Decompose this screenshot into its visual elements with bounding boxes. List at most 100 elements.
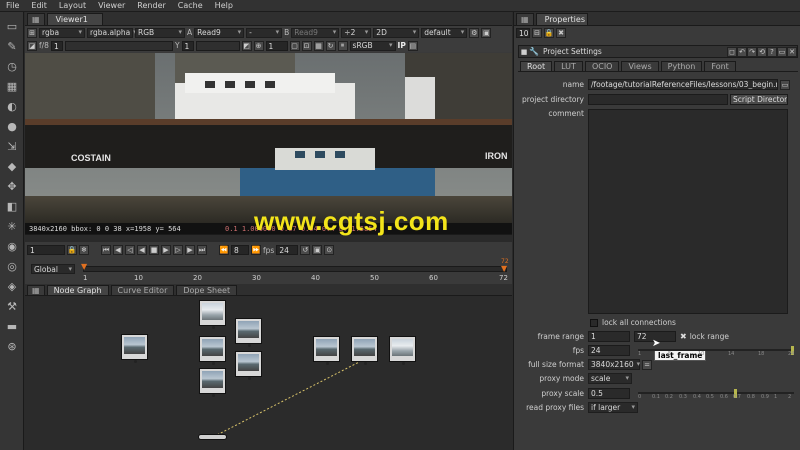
file-browser-icon[interactable]: ▭ [780,79,790,90]
undo-icon[interactable]: ↶ [737,46,747,57]
read-node-selected[interactable] [351,336,378,365]
particles-icon[interactable]: ✳ [0,216,24,236]
tab-node-graph[interactable]: Node Graph [46,285,109,295]
fps-field[interactable]: 24 [276,245,299,255]
panel-menu-icon[interactable]: ▦ [516,13,534,25]
wrench-icon[interactable]: 🔧 [529,47,539,56]
panel-menu-icon[interactable]: ▦ [27,13,45,25]
comment-field[interactable] [588,109,788,314]
deep-icon[interactable]: ◉ [0,236,24,256]
input-process-label[interactable]: IP [398,41,406,50]
playhead-marker[interactable]: ▼ [81,262,87,271]
tab-properties[interactable]: Properties [535,13,588,25]
lock-connections-checkbox[interactable] [590,318,598,327]
lock-icon[interactable]: 🔒 [544,28,554,38]
tab-dope-sheet[interactable]: Dope Sheet [176,285,238,295]
image-icon[interactable]: ▭ [0,16,24,36]
gamma-field[interactable]: 1 [181,40,194,51]
time-icon[interactable]: ◷ [0,56,24,76]
input-b-dropdown[interactable]: Read9 [291,27,340,38]
views-icon[interactable]: ◎ [0,256,24,276]
next-frame-icon[interactable]: ▷ [173,245,183,255]
redo-icon[interactable]: ↷ [747,46,757,57]
pin-icon[interactable]: ⊟ [532,28,542,38]
close-icon[interactable]: ✕ [787,46,797,57]
channel-icon[interactable]: ▦ [0,76,24,96]
colorspace-dropdown[interactable]: sRGB [349,40,396,51]
collapse-icon[interactable]: ■ [519,48,529,56]
play-backward-icon[interactable]: ◀ [137,245,147,255]
read-node[interactable] [235,318,262,347]
help-icon[interactable]: ? [767,46,777,57]
menu-layout[interactable]: Layout [53,1,92,10]
color-icon[interactable]: ◐ [0,96,24,116]
channel-lock-icon[interactable]: ⊞ [27,27,37,38]
read-node[interactable] [199,368,226,397]
wipe-dropdown[interactable]: - [246,27,283,38]
menu-edit[interactable]: Edit [25,1,53,10]
read-node[interactable] [313,336,340,365]
lock-range-checkbox[interactable]: ✖ [680,332,687,341]
proxy-scale-slider[interactable]: 0 0.1 0.2 0.3 0.4 0.5 0.6 0.7 0.8 0.9 1 2 [638,388,794,400]
menu-viewer[interactable]: Viewer [92,1,131,10]
step-back-icon[interactable]: ⏪ [219,245,229,255]
timeline-scope-dropdown[interactable]: Global [31,264,75,274]
draw-icon[interactable]: ✎ [0,36,24,56]
overlay-icon[interactable]: ⊡ [301,40,312,51]
keyer-icon[interactable]: ⇲ [0,136,24,156]
gain-field[interactable]: 1 [50,40,63,51]
read-node[interactable] [121,334,148,363]
play-forward-icon[interactable]: ▶ [161,245,171,255]
refresh-icon[interactable]: ↻ [325,40,336,51]
current-frame-field[interactable]: 1 [27,245,65,255]
viewer-node[interactable] [198,434,227,440]
3d-icon[interactable]: ◧ [0,196,24,216]
other-icon[interactable]: ▬ [0,316,24,336]
revert-icon[interactable]: ⟲ [757,46,767,57]
proxy-scale-dropdown[interactable]: ÷2 [341,27,372,38]
gain-slider[interactable] [64,40,173,51]
max-panels-field[interactable]: 10 [516,28,530,38]
script-directory-button[interactable]: Script Directory [730,94,788,105]
lock-icon[interactable]: ▣ [481,27,492,38]
frame-step-field[interactable]: 8 [231,245,249,255]
last-frame-icon[interactable]: ⏭ [197,245,207,255]
viewer-image[interactable]: COSTAIN IRON [25,53,512,223]
display-channel-dropdown[interactable]: RGB [135,27,185,38]
transform-icon[interactable]: ✥ [0,176,24,196]
fps-field[interactable]: 24 [588,345,630,356]
alpha-dropdown[interactable]: rgba.alpha [87,27,133,38]
first-frame-icon[interactable]: ⏮ [101,245,111,255]
gamma-slider[interactable] [195,40,240,51]
prev-keyframe-icon[interactable]: ◀ [113,245,123,255]
menu-file[interactable]: File [0,1,25,10]
tab-root[interactable]: Root [520,61,553,71]
panel-menu-icon[interactable]: ▦ [27,285,45,295]
fps-slider[interactable]: 1 5 10 14 18 24 [638,345,794,357]
proxy-mode-dropdown[interactable]: scale [588,373,632,384]
menu-render[interactable]: Render [131,1,171,10]
name-field[interactable]: /footage/tutorialReferenceFiles/lessons/… [588,79,778,90]
node-graph-canvas[interactable] [25,296,512,450]
tab-ocio[interactable]: OCIO [584,61,620,71]
stop-icon[interactable]: ■ [149,245,159,255]
loop-icon[interactable]: ↺ [300,245,311,255]
step-forward-icon[interactable]: ⏩ [251,245,261,255]
tab-lut[interactable]: LUT [554,61,583,71]
frame-lock-icon[interactable]: 🔒 [67,245,77,255]
menu-help[interactable]: Help [209,1,239,10]
timeline-track[interactable] [83,266,507,272]
read-node[interactable] [235,351,262,380]
tab-python[interactable]: Python [660,61,703,71]
float-icon[interactable]: ◻ [727,46,737,57]
read-node[interactable] [389,336,416,365]
viewer-options-icon[interactable]: ▤ [407,40,418,51]
metadata-icon[interactable]: ◈ [0,276,24,296]
timeline[interactable]: Global ▼ 72 ▼ 1 10 20 30 40 50 60 72 72 [25,258,512,284]
clipping-icon[interactable]: ◩ [241,40,252,51]
toolsets-icon[interactable]: ⚒ [0,296,24,316]
checker-icon[interactable]: ▦ [313,40,324,51]
filter-icon[interactable]: ● [0,116,24,136]
frame-start-field[interactable]: 1 [588,331,630,342]
zoom-field[interactable]: 1 [265,40,288,51]
